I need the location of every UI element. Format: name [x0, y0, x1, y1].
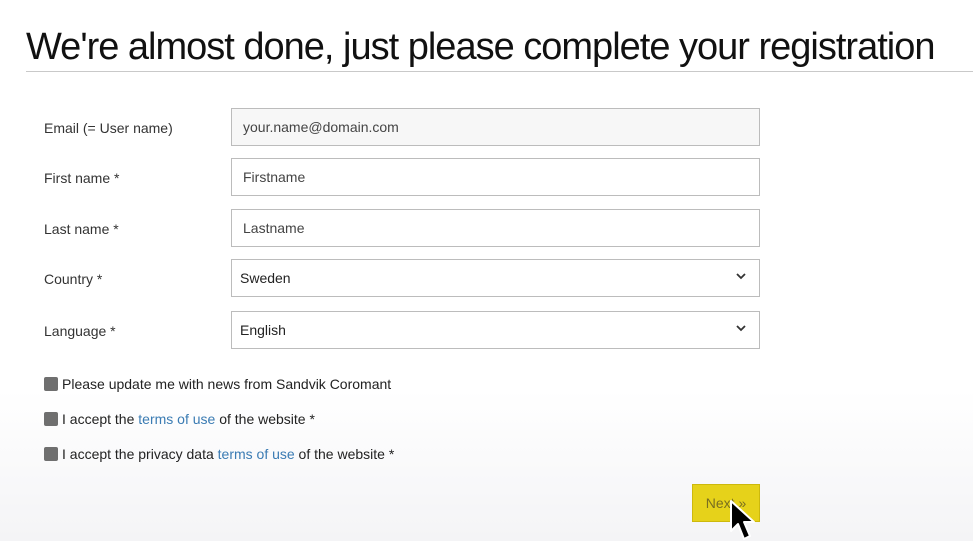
email-field[interactable]: your.name@domain.com — [231, 108, 760, 146]
country-selected-value: Sweden — [240, 270, 291, 286]
email-row: Email (= User name) your.name@domain.com — [0, 108, 973, 146]
language-select[interactable]: English — [231, 311, 760, 349]
page-title: We're almost done, just please complete … — [26, 26, 935, 68]
privacy-terms-link[interactable]: terms of use — [218, 446, 295, 462]
privacy-consent-checkbox[interactable] — [44, 447, 58, 461]
news-consent-label: Please update me with news from Sandvik … — [62, 376, 392, 392]
language-label: Language * — [44, 323, 116, 339]
last-name-field[interactable]: Lastname — [231, 209, 760, 247]
chevron-down-icon — [736, 325, 746, 332]
chevron-down-icon — [736, 273, 746, 280]
last-name-placeholder: Lastname — [243, 220, 305, 236]
title-divider — [26, 71, 973, 72]
terms-of-use-link[interactable]: terms of use — [138, 411, 215, 427]
country-row: Country * Sweden — [0, 259, 973, 297]
privacy-suffix-text: of the website * — [294, 446, 395, 462]
terms-consent-checkbox[interactable] — [44, 412, 58, 426]
privacy-prefix-text: I accept the privacy data — [62, 446, 218, 462]
language-row: Language * English — [0, 311, 973, 349]
terms-prefix-text: I accept the — [62, 411, 139, 427]
terms-consent-label: I accept the terms of use of the website… — [62, 411, 315, 427]
terms-suffix-text: of the website * — [215, 411, 315, 427]
news-consent-checkbox[interactable] — [44, 377, 58, 391]
first-name-placeholder: Firstname — [243, 169, 306, 185]
country-label: Country * — [44, 271, 103, 287]
country-select[interactable]: Sweden — [231, 259, 760, 297]
last-name-row: Last name * Lastname — [0, 209, 973, 247]
last-name-label: Last name * — [44, 221, 119, 237]
first-name-label: First name * — [44, 170, 120, 186]
email-label: Email (= User name) — [44, 120, 173, 136]
first-name-field[interactable]: Firstname — [231, 158, 760, 196]
privacy-consent-label: I accept the privacy data terms of use o… — [62, 446, 394, 462]
email-value: your.name@domain.com — [243, 119, 399, 135]
first-name-row: First name * Firstname — [0, 158, 973, 196]
language-selected-value: English — [240, 322, 286, 338]
mouse-cursor-icon — [730, 500, 755, 540]
